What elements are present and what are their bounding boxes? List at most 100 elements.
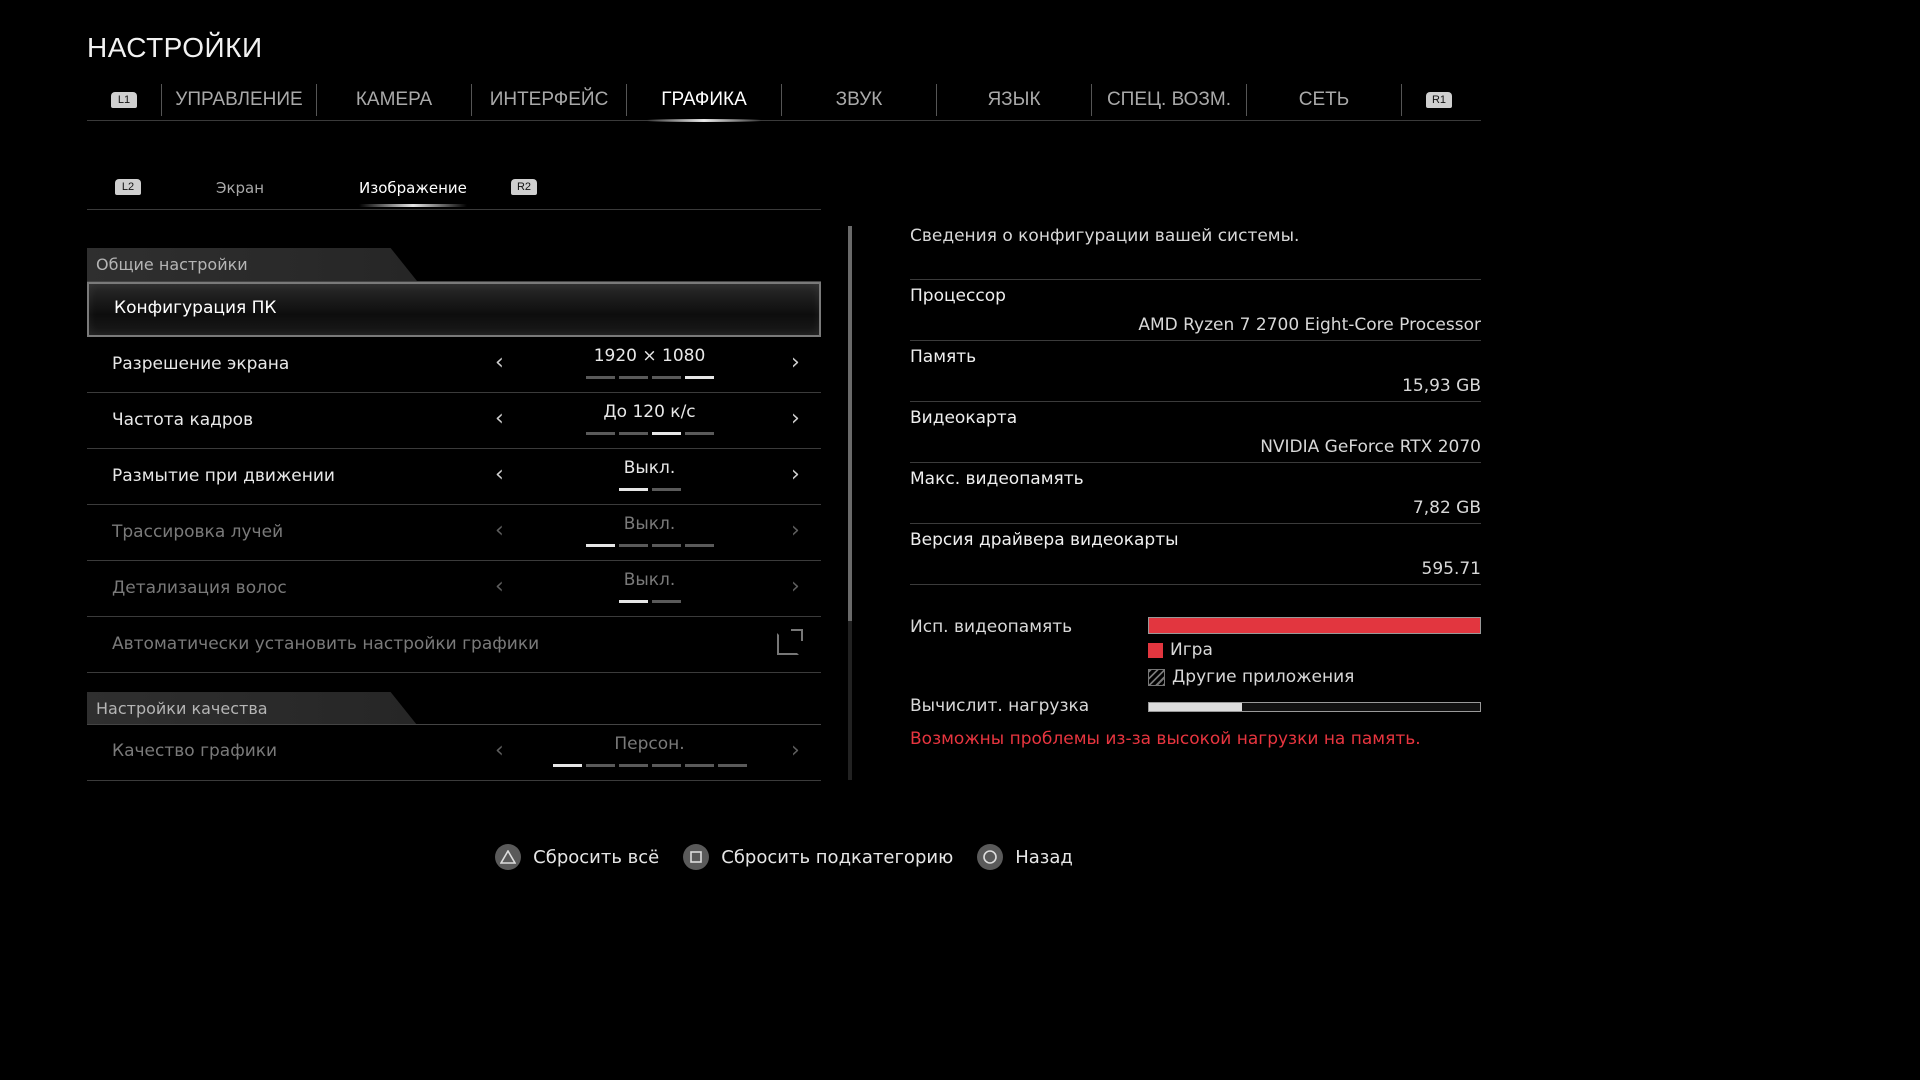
external-link-icon	[777, 629, 803, 655]
tab-controls[interactable]: УПРАВЛЕНИЕ	[162, 82, 316, 118]
level-pip	[618, 764, 648, 767]
footer-label: Сбросить всё	[533, 846, 660, 868]
level-pip	[651, 432, 681, 435]
level-pip	[651, 376, 681, 379]
vram-usage-bar	[1148, 617, 1481, 634]
tab-sound[interactable]: ЗВУК	[782, 82, 936, 118]
scrollbar[interactable]	[848, 226, 852, 780]
level-pip	[651, 600, 681, 603]
section-title: Настройки качества	[96, 699, 268, 718]
chevron-left-icon: ‹	[495, 574, 504, 599]
info-value: AMD Ryzen 7 2700 Eight-Core Processor	[1138, 315, 1481, 335]
r1-icon: R1	[1426, 92, 1452, 108]
row-value: Выкл.	[623, 570, 676, 590]
triangle-icon	[495, 844, 522, 870]
row-label: Трассировка лучей	[112, 522, 284, 542]
info-item-vram: Макс. видеопамять 7,82 GB	[910, 463, 1481, 524]
legend-other: Другие приложения	[1148, 667, 1354, 687]
subtab-screen[interactable]: Экран	[216, 179, 264, 197]
reset-all-button[interactable]: Сбросить всё	[495, 844, 659, 870]
r2-icon[interactable]: R2	[511, 179, 537, 195]
row-hair-detail: Детализация волос ‹ Выкл. ›	[87, 561, 821, 617]
level-pip	[651, 544, 681, 547]
footer-hints: Сбросить всё Сбросить подкатегорию Назад	[0, 844, 1568, 870]
tab-language[interactable]: ЯЗЫК	[937, 82, 1091, 118]
chevron-right-icon[interactable]: ›	[791, 406, 800, 431]
row-value: 1920 × 1080	[593, 346, 706, 366]
l1-icon: L1	[111, 92, 137, 108]
row-pc-config[interactable]: Конфигурация ПК	[87, 282, 821, 337]
compute-load-bar	[1148, 702, 1481, 712]
row-label: Размытие при движении	[112, 466, 335, 486]
chevron-left-icon: ‹	[495, 738, 504, 763]
tab-network[interactable]: СЕТЬ	[1247, 82, 1401, 118]
row-framerate[interactable]: Частота кадров ‹ До 120 к/с ›	[87, 393, 821, 449]
l2-icon[interactable]: L2	[115, 179, 141, 195]
row-resolution[interactable]: Разрешение экрана ‹ 1920 × 1080 ›	[87, 337, 821, 393]
level-pip	[684, 376, 714, 379]
info-key: Память	[910, 347, 977, 367]
info-key: Версия драйвера видеокарты	[910, 530, 1179, 550]
level-pip	[651, 488, 681, 491]
info-item-driver: Версия драйвера видеокарты 595.71	[910, 524, 1481, 585]
row-motion-blur[interactable]: Размытие при движении ‹ Выкл. ›	[87, 449, 821, 505]
level-pip	[684, 544, 714, 547]
row-label: Конфигурация ПК	[114, 298, 277, 318]
tab-interface[interactable]: ИНТЕРФЕЙС	[472, 82, 626, 118]
system-info-title: Сведения о конфигурации вашей системы.	[910, 226, 1300, 246]
footer-label: Сбросить подкатегорию	[721, 846, 954, 868]
chevron-right-icon[interactable]: ›	[791, 350, 800, 375]
settings-list-general: Конфигурация ПК Разрешение экрана ‹ 1920…	[87, 281, 821, 673]
memory-warning: Возможны проблемы из-за высокой нагрузки…	[910, 729, 1421, 749]
level-pip	[717, 764, 747, 767]
chevron-left-icon[interactable]: ‹	[495, 462, 504, 487]
system-info-list: Процессор AMD Ryzen 7 2700 Eight-Core Pr…	[910, 279, 1481, 585]
level-pip	[618, 432, 648, 435]
level-pip	[651, 764, 681, 767]
level-indicator	[537, 376, 762, 379]
info-item-cpu: Процессор AMD Ryzen 7 2700 Eight-Core Pr…	[910, 280, 1481, 341]
chevron-right-icon[interactable]: ›	[791, 462, 800, 487]
vram-usage-label: Исп. видеопамять	[910, 617, 1073, 637]
section-title: Общие настройки	[96, 255, 248, 274]
row-label: Автоматически установить настройки графи…	[112, 634, 540, 654]
row-value: Выкл.	[623, 514, 676, 534]
sub-tab-bar: L2 Экран Изображение R2	[87, 170, 821, 210]
legend-swatch-other	[1148, 668, 1165, 686]
row-label: Частота кадров	[112, 410, 254, 430]
level-pip	[585, 376, 615, 379]
info-value: 15,93 GB	[1402, 376, 1481, 396]
row-label: Разрешение экрана	[112, 354, 290, 374]
section-header-quality: Настройки качества	[87, 692, 417, 725]
compute-load-label: Вычислит. нагрузка	[910, 696, 1090, 716]
info-key: Видеокарта	[910, 408, 1018, 428]
row-label: Детализация волос	[112, 578, 287, 598]
row-value: Персон.	[614, 734, 685, 754]
reset-subcategory-button[interactable]: Сбросить подкатегорию	[683, 844, 953, 870]
chevron-left-icon[interactable]: ‹	[495, 406, 504, 431]
tab-accessibility[interactable]: СПЕЦ. ВОЗМ.	[1092, 82, 1246, 118]
square-icon	[683, 844, 710, 870]
footer-label: Назад	[1015, 846, 1073, 868]
row-value: До 120 к/с	[603, 402, 696, 422]
circle-icon	[977, 844, 1004, 870]
level-indicator	[537, 544, 762, 547]
row-graphics-quality: Качество графики ‹ Персон. ›	[87, 725, 821, 781]
level-pip	[618, 376, 648, 379]
scrollbar-thumb[interactable]	[848, 226, 852, 621]
compute-load-fill	[1149, 703, 1242, 711]
chevron-left-icon[interactable]: ‹	[495, 350, 504, 375]
level-pip	[585, 432, 615, 435]
info-value: 7,82 GB	[1412, 498, 1481, 518]
back-button[interactable]: Назад	[977, 844, 1073, 870]
legend-swatch-game	[1148, 642, 1163, 658]
tab-graphics[interactable]: ГРАФИКА	[627, 82, 781, 122]
l1-button[interactable]: L1	[87, 82, 161, 118]
level-indicator	[537, 764, 762, 767]
subtab-image[interactable]: Изображение	[359, 179, 467, 207]
row-value: Выкл.	[623, 458, 676, 478]
r1-button[interactable]: R1	[1402, 82, 1476, 118]
chevron-left-icon: ‹	[495, 518, 504, 543]
tab-camera[interactable]: КАМЕРА	[317, 82, 471, 118]
level-pip	[585, 544, 615, 547]
